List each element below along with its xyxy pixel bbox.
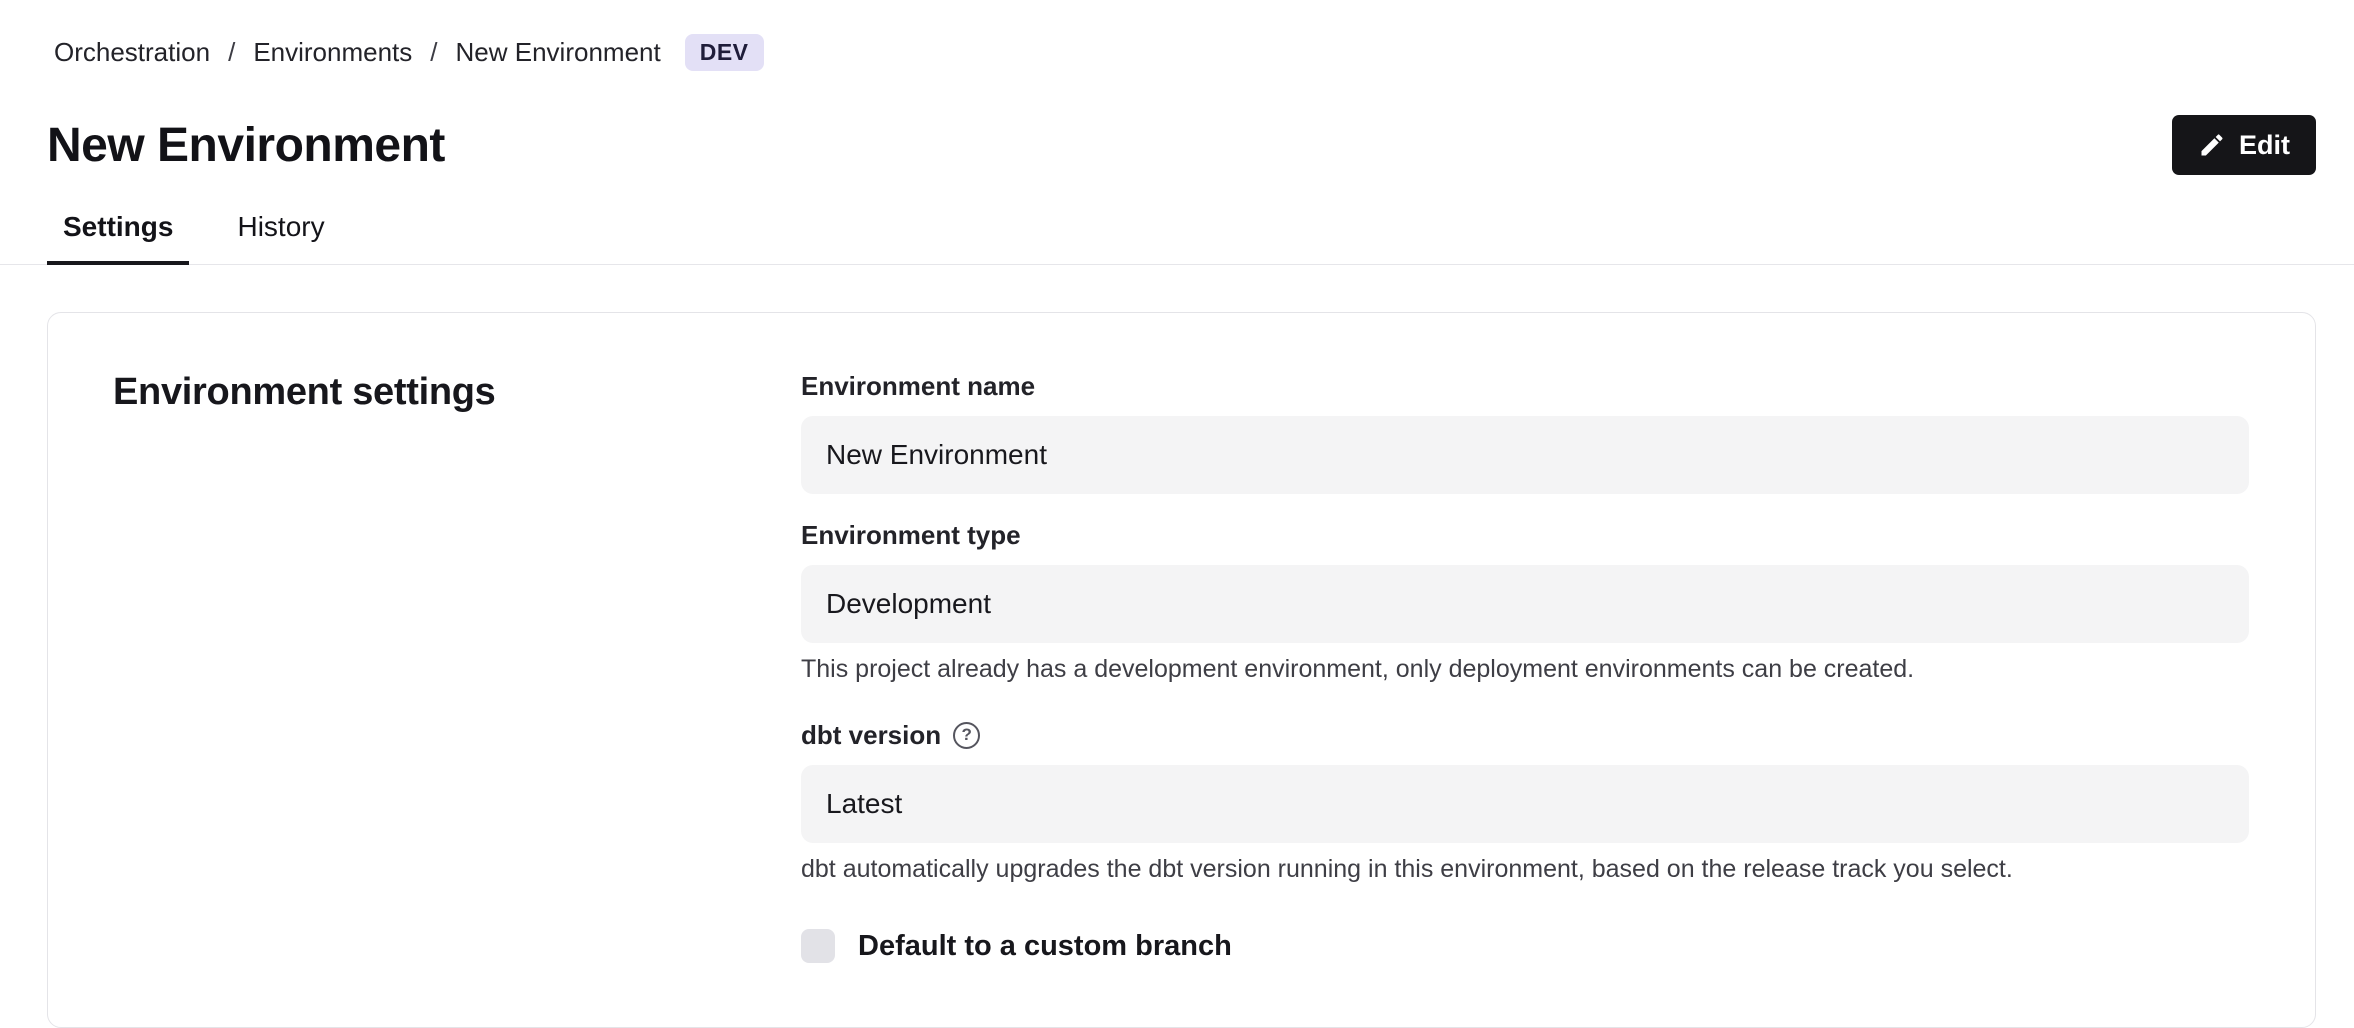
card-heading: Environment settings xyxy=(113,371,801,414)
breadcrumb-separator: / xyxy=(228,37,235,68)
page: Orchestration / Environments / New Envir… xyxy=(0,0,2354,1020)
page-header: New Environment Edit xyxy=(0,71,2354,175)
custom-branch-checkbox[interactable] xyxy=(801,929,835,963)
environment-type-label: Environment type xyxy=(801,520,2249,551)
dbt-version-group: dbt version ? dbt automatically upgrades… xyxy=(801,720,2249,886)
environment-type-input[interactable] xyxy=(801,565,2249,643)
tab-bar: Settings History xyxy=(0,211,2354,265)
custom-branch-row: Default to a custom branch xyxy=(801,929,2249,963)
environment-type-helper-text: This project already has a development e… xyxy=(801,653,2249,686)
environment-settings-form: Environment name Environment type This p… xyxy=(801,371,2249,963)
help-circle-icon[interactable]: ? xyxy=(953,722,980,749)
edit-button-label: Edit xyxy=(2239,130,2290,161)
breadcrumb-orchestration[interactable]: Orchestration xyxy=(54,37,210,68)
edit-button[interactable]: Edit xyxy=(2172,115,2316,175)
dbt-version-label: dbt version ? xyxy=(801,720,2249,751)
environment-type-group: Environment type This project already ha… xyxy=(801,520,2249,686)
environment-name-label: Environment name xyxy=(801,371,2249,402)
dbt-version-label-text: dbt version xyxy=(801,720,941,751)
card-heading-column: Environment settings xyxy=(113,371,801,963)
dbt-version-input[interactable] xyxy=(801,765,2249,843)
breadcrumb-environments[interactable]: Environments xyxy=(253,37,412,68)
env-type-badge: DEV xyxy=(685,34,764,71)
custom-branch-label: Default to a custom branch xyxy=(858,930,1232,963)
environment-name-input[interactable] xyxy=(801,416,2249,494)
breadcrumb: Orchestration / Environments / New Envir… xyxy=(0,0,2354,71)
page-title: New Environment xyxy=(47,118,445,173)
environment-settings-card: Environment settings Environment name En… xyxy=(47,312,2316,1028)
tab-history[interactable]: History xyxy=(221,211,340,265)
environment-name-group: Environment name xyxy=(801,371,2249,494)
tab-settings[interactable]: Settings xyxy=(47,211,189,265)
dbt-version-helper-text: dbt automatically upgrades the dbt versi… xyxy=(801,853,2249,886)
breadcrumb-separator: / xyxy=(430,37,437,68)
pencil-icon xyxy=(2198,131,2226,159)
breadcrumb-new-environment[interactable]: New Environment xyxy=(456,37,661,68)
